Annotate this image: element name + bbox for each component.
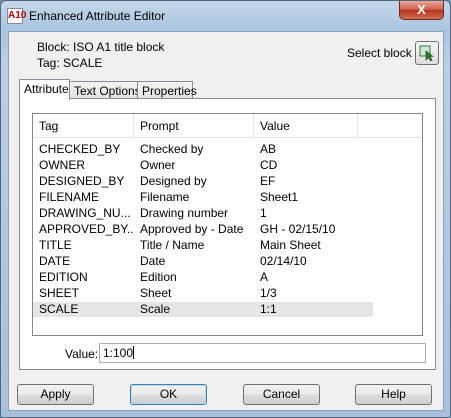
cell-prompt: Approved by - Date (140, 222, 244, 236)
attribute-list[interactable]: Tag Prompt Value CHECKED_BY Checked by A… (32, 113, 423, 336)
cell-value: 1 (260, 206, 267, 220)
cell-value: 1/3 (260, 286, 277, 300)
cell-prompt: Edition (140, 270, 177, 284)
list-header: Tag Prompt Value (33, 114, 422, 138)
column-header-value[interactable]: Value (254, 114, 358, 138)
value-input-text: 1:100 (103, 346, 134, 360)
select-objects-icon (419, 45, 434, 61)
cell-prompt: Scale (140, 302, 171, 316)
help-button[interactable]: Help (355, 384, 432, 405)
cell-tag: OWNER (39, 158, 85, 172)
table-row[interactable]: DESIGNED_BY Designed by EF (33, 174, 373, 189)
tab-text-options[interactable]: Text Options (69, 81, 141, 99)
cell-value: CD (260, 158, 278, 172)
text-caret (133, 346, 135, 359)
dialog-window: A10 Enhanced Attribute Editor X Block: I… (0, 0, 451, 418)
select-block-label: Select block (347, 46, 412, 60)
block-name-label: Block: ISO A1 title block (37, 40, 165, 54)
table-row[interactable]: TITLE Title / Name Main Sheet (33, 238, 373, 253)
table-row[interactable]: DATE Date 02/14/10 (33, 254, 373, 269)
cell-tag: EDITION (39, 270, 88, 284)
cell-tag: DATE (39, 254, 71, 268)
cell-tag: DRAWING_NU... (39, 206, 131, 220)
table-row[interactable]: EDITION Edition A (33, 270, 373, 285)
cell-tag: FILENAME (39, 190, 100, 204)
column-header-tag[interactable]: Tag (33, 114, 134, 138)
cell-prompt: Designed by (140, 174, 207, 188)
cell-prompt: Drawing number (140, 206, 229, 220)
tab-properties[interactable]: Properties (137, 81, 197, 99)
apply-button[interactable]: Apply (17, 384, 94, 405)
cell-tag: SHEET (39, 286, 80, 300)
table-row[interactable]: SHEET Sheet 1/3 (33, 286, 373, 301)
cell-value: EF (260, 174, 276, 188)
attribute-tab-panel: Tag Prompt Value CHECKED_BY Checked by A… (19, 98, 436, 370)
select-block-button[interactable] (415, 41, 439, 65)
value-label: Value: (65, 347, 99, 361)
cell-value: 1:1 (260, 302, 277, 316)
cell-tag: TITLE (39, 238, 72, 252)
cell-tag: SCALE (39, 302, 79, 316)
title-bar[interactable]: A10 Enhanced Attribute Editor X (1, 1, 450, 31)
ok-button[interactable]: OK (130, 384, 207, 405)
cell-prompt: Checked by (140, 142, 204, 156)
cell-prompt: Date (140, 254, 166, 268)
table-row[interactable]: CHECKED_BY Checked by AB (33, 142, 373, 157)
table-row[interactable]: DRAWING_NU... Drawing number 1 (33, 206, 373, 221)
cancel-button[interactable]: Cancel (243, 384, 320, 405)
table-row[interactable]: APPROVED_BY... Approved by - Date GH - 0… (33, 222, 373, 237)
cell-tag: CHECKED_BY (39, 142, 121, 156)
tag-name-label: Tag: SCALE (37, 56, 103, 70)
value-input[interactable]: 1:100 (99, 343, 426, 363)
cell-value: Sheet1 (260, 190, 299, 204)
cell-prompt: Title / Name (140, 238, 205, 252)
close-button[interactable]: X (399, 1, 444, 20)
cell-prompt: Sheet (140, 286, 172, 300)
table-row[interactable]: FILENAME Filename Sheet1 (33, 190, 373, 205)
table-row[interactable]: OWNER Owner CD (33, 158, 373, 173)
dialog-client-area: Block: ISO A1 title block Tag: SCALE Sel… (8, 31, 444, 411)
cell-prompt: Filename (140, 190, 190, 204)
table-row-selected[interactable]: SCALE Scale 1:1 (33, 302, 373, 317)
cell-value: Main Sheet (260, 238, 321, 252)
cell-tag: APPROVED_BY... (39, 222, 134, 236)
cell-prompt: Owner (140, 158, 176, 172)
cell-value: 02/14/10 (260, 254, 307, 268)
app-icon: A10 (7, 8, 26, 24)
window-title: Enhanced Attribute Editor (29, 9, 166, 23)
cell-value: AB (260, 142, 277, 156)
tab-attribute[interactable]: Attribute (19, 79, 70, 100)
cell-value: GH - 02/15/10 (260, 222, 336, 236)
column-header-prompt[interactable]: Prompt (134, 114, 254, 138)
cell-value: A (260, 270, 269, 284)
cell-tag: DESIGNED_BY (39, 174, 125, 188)
